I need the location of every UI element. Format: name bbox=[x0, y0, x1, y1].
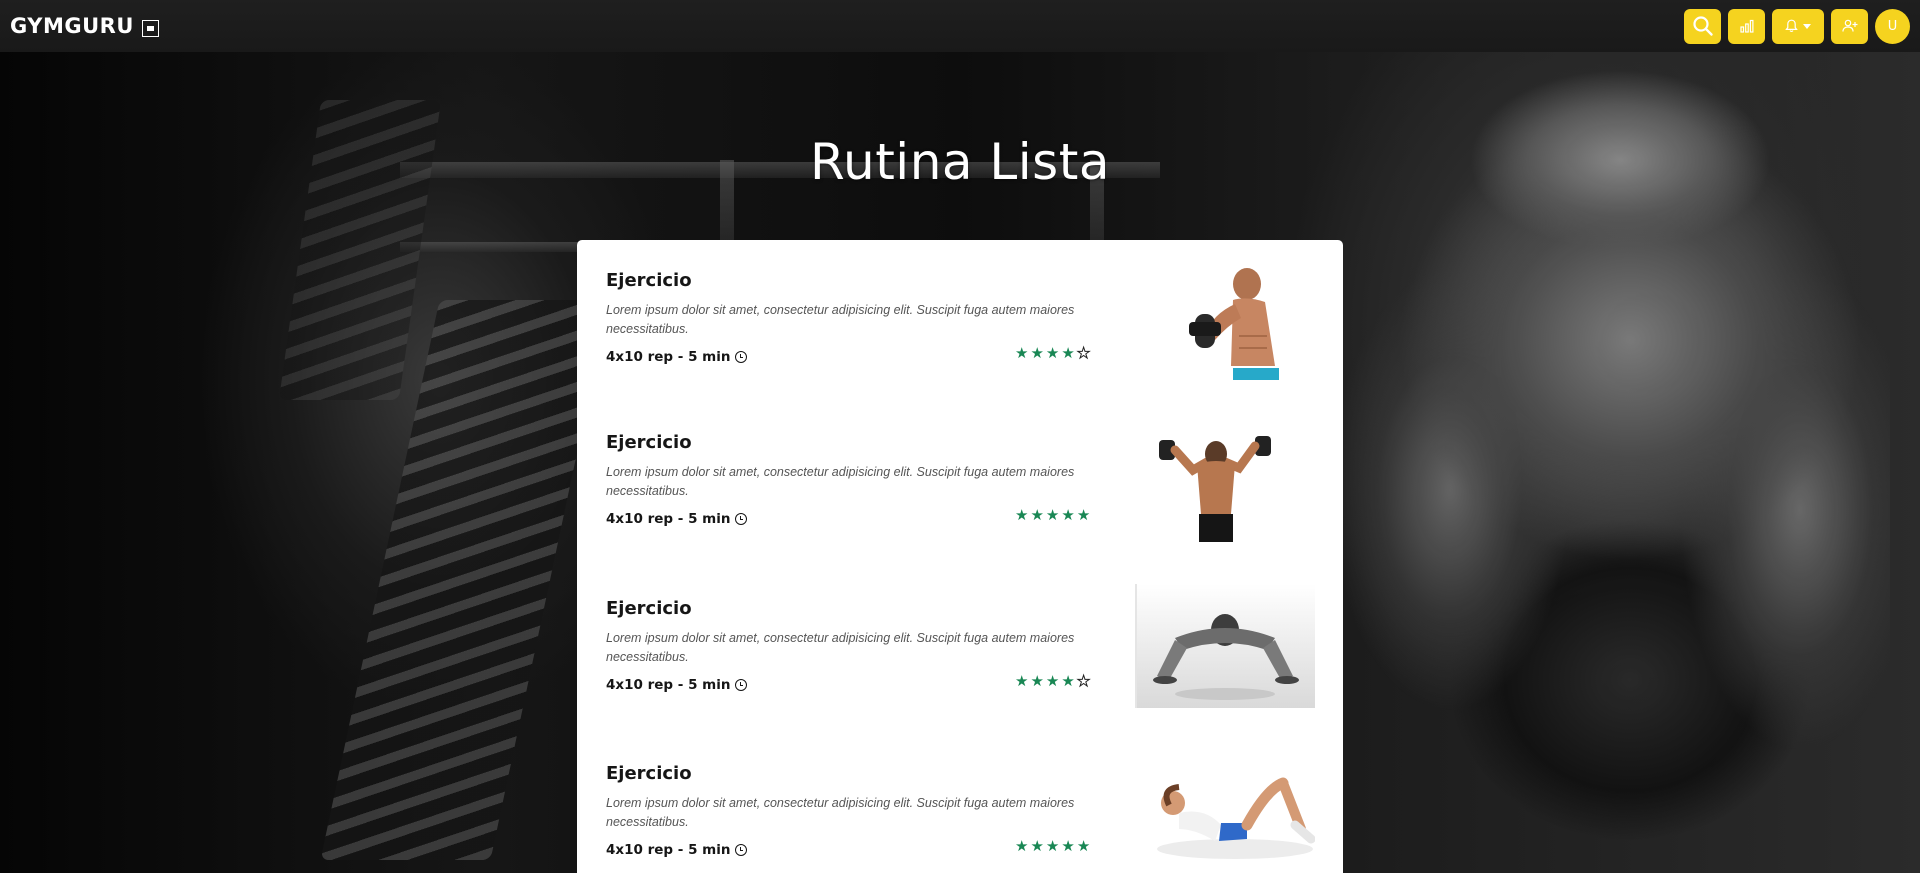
push-up-image bbox=[1135, 584, 1315, 708]
exercise-description: Lorem ipsum dolor sit amet, consectetur … bbox=[606, 796, 1075, 829]
chart-icon bbox=[1739, 19, 1753, 33]
shoulder-press-image bbox=[1135, 418, 1315, 542]
star-filled-icon: ★ bbox=[1015, 673, 1029, 690]
clock-icon bbox=[735, 351, 748, 363]
clock-icon bbox=[735, 679, 748, 691]
star-filled-icon: ★ bbox=[1015, 345, 1029, 362]
user-avatar[interactable]: U bbox=[1875, 8, 1910, 44]
star-filled-icon: ★ bbox=[1030, 345, 1044, 362]
star-filled-icon: ★ bbox=[1076, 838, 1091, 855]
search-button[interactable] bbox=[1684, 8, 1721, 44]
star-filled-icon: ★ bbox=[1030, 673, 1044, 690]
exercise-item[interactable]: Ejercicio Lorem ipsum dolor sit amet, co… bbox=[577, 240, 1343, 380]
star-filled-icon: ★ bbox=[1015, 838, 1029, 855]
exercise-title: Ejercicio bbox=[606, 270, 692, 291]
bell-icon bbox=[1785, 19, 1798, 33]
stats-button[interactable] bbox=[1728, 8, 1765, 44]
star-filled-icon: ★ bbox=[1061, 673, 1075, 690]
star-rating: ★ ★ ★ ★ ★ bbox=[1015, 673, 1091, 690]
clock-icon bbox=[735, 513, 748, 525]
exercise-reps-duration: 4x10 rep - 5 min bbox=[606, 842, 731, 858]
star-rating: ★ ★ ★ ★ ★ bbox=[1015, 508, 1090, 523]
star-filled-icon: ★ bbox=[1045, 345, 1060, 362]
navbar-actions: U bbox=[1684, 8, 1910, 44]
exercise-reps-duration: 4x10 rep - 5 min bbox=[606, 677, 731, 693]
clock-icon bbox=[735, 844, 748, 856]
exercise-description: Lorem ipsum dolor sit amet, consectetur … bbox=[606, 303, 1075, 336]
star-empty-icon: ★ bbox=[1076, 673, 1091, 690]
brand-badge-icon bbox=[141, 19, 159, 37]
brand-logo[interactable]: GYMGURU bbox=[10, 14, 159, 38]
exercise-meta: 4x10 rep - 5 min bbox=[606, 842, 748, 858]
star-rating: ★ ★ ★ ★ ★ bbox=[1015, 345, 1091, 362]
brand-name: GYMGURU bbox=[10, 14, 134, 38]
add-user-button[interactable] bbox=[1831, 8, 1868, 44]
star-filled-icon: ★ bbox=[1061, 838, 1075, 855]
exercise-item[interactable]: Ejercicio Lorem ipsum dolor sit amet, co… bbox=[577, 733, 1343, 873]
exercise-title: Ejercicio bbox=[606, 432, 692, 453]
notifications-dropdown[interactable] bbox=[1772, 8, 1824, 44]
star-filled-icon: ★ bbox=[1030, 838, 1044, 855]
exercise-title: Ejercicio bbox=[606, 598, 692, 619]
exercise-item[interactable]: Ejercicio Lorem ipsum dolor sit amet, co… bbox=[577, 568, 1343, 708]
exercise-description: Lorem ipsum dolor sit amet, consectetur … bbox=[606, 465, 1075, 498]
star-filled-icon: ★ bbox=[1030, 507, 1044, 524]
exercise-meta: 4x10 rep - 5 min bbox=[606, 677, 748, 693]
crunch-image bbox=[1135, 749, 1315, 873]
bicep-curl-image bbox=[1135, 256, 1315, 380]
page-title: Rutina Lista bbox=[810, 133, 1110, 191]
add-user-icon bbox=[1841, 19, 1857, 32]
exercise-reps-duration: 4x10 rep - 5 min bbox=[606, 349, 731, 365]
star-filled-icon: ★ bbox=[1076, 507, 1091, 524]
exercise-item[interactable]: Ejercicio Lorem ipsum dolor sit amet, co… bbox=[577, 402, 1343, 542]
star-filled-icon: ★ bbox=[1045, 507, 1060, 524]
exercise-description: Lorem ipsum dolor sit amet, consectetur … bbox=[606, 631, 1075, 664]
star-filled-icon: ★ bbox=[1061, 507, 1075, 524]
top-navbar: GYMGURU U bbox=[0, 0, 1920, 52]
star-filled-icon: ★ bbox=[1015, 507, 1029, 524]
search-icon bbox=[1692, 16, 1713, 36]
exercise-reps-duration: 4x10 rep - 5 min bbox=[606, 511, 731, 527]
star-filled-icon: ★ bbox=[1045, 673, 1060, 690]
exercise-meta: 4x10 rep - 5 min bbox=[606, 511, 748, 527]
exercise-meta: 4x10 rep - 5 min bbox=[606, 349, 748, 365]
exercise-list: Ejercicio Lorem ipsum dolor sit amet, co… bbox=[577, 240, 1343, 873]
star-filled-icon: ★ bbox=[1061, 345, 1075, 362]
chevron-down-icon bbox=[1803, 23, 1811, 29]
star-empty-icon: ★ bbox=[1076, 345, 1091, 362]
star-rating: ★ ★ ★ ★ ★ bbox=[1015, 839, 1090, 854]
star-filled-icon: ★ bbox=[1045, 838, 1060, 855]
exercise-title: Ejercicio bbox=[606, 763, 692, 784]
